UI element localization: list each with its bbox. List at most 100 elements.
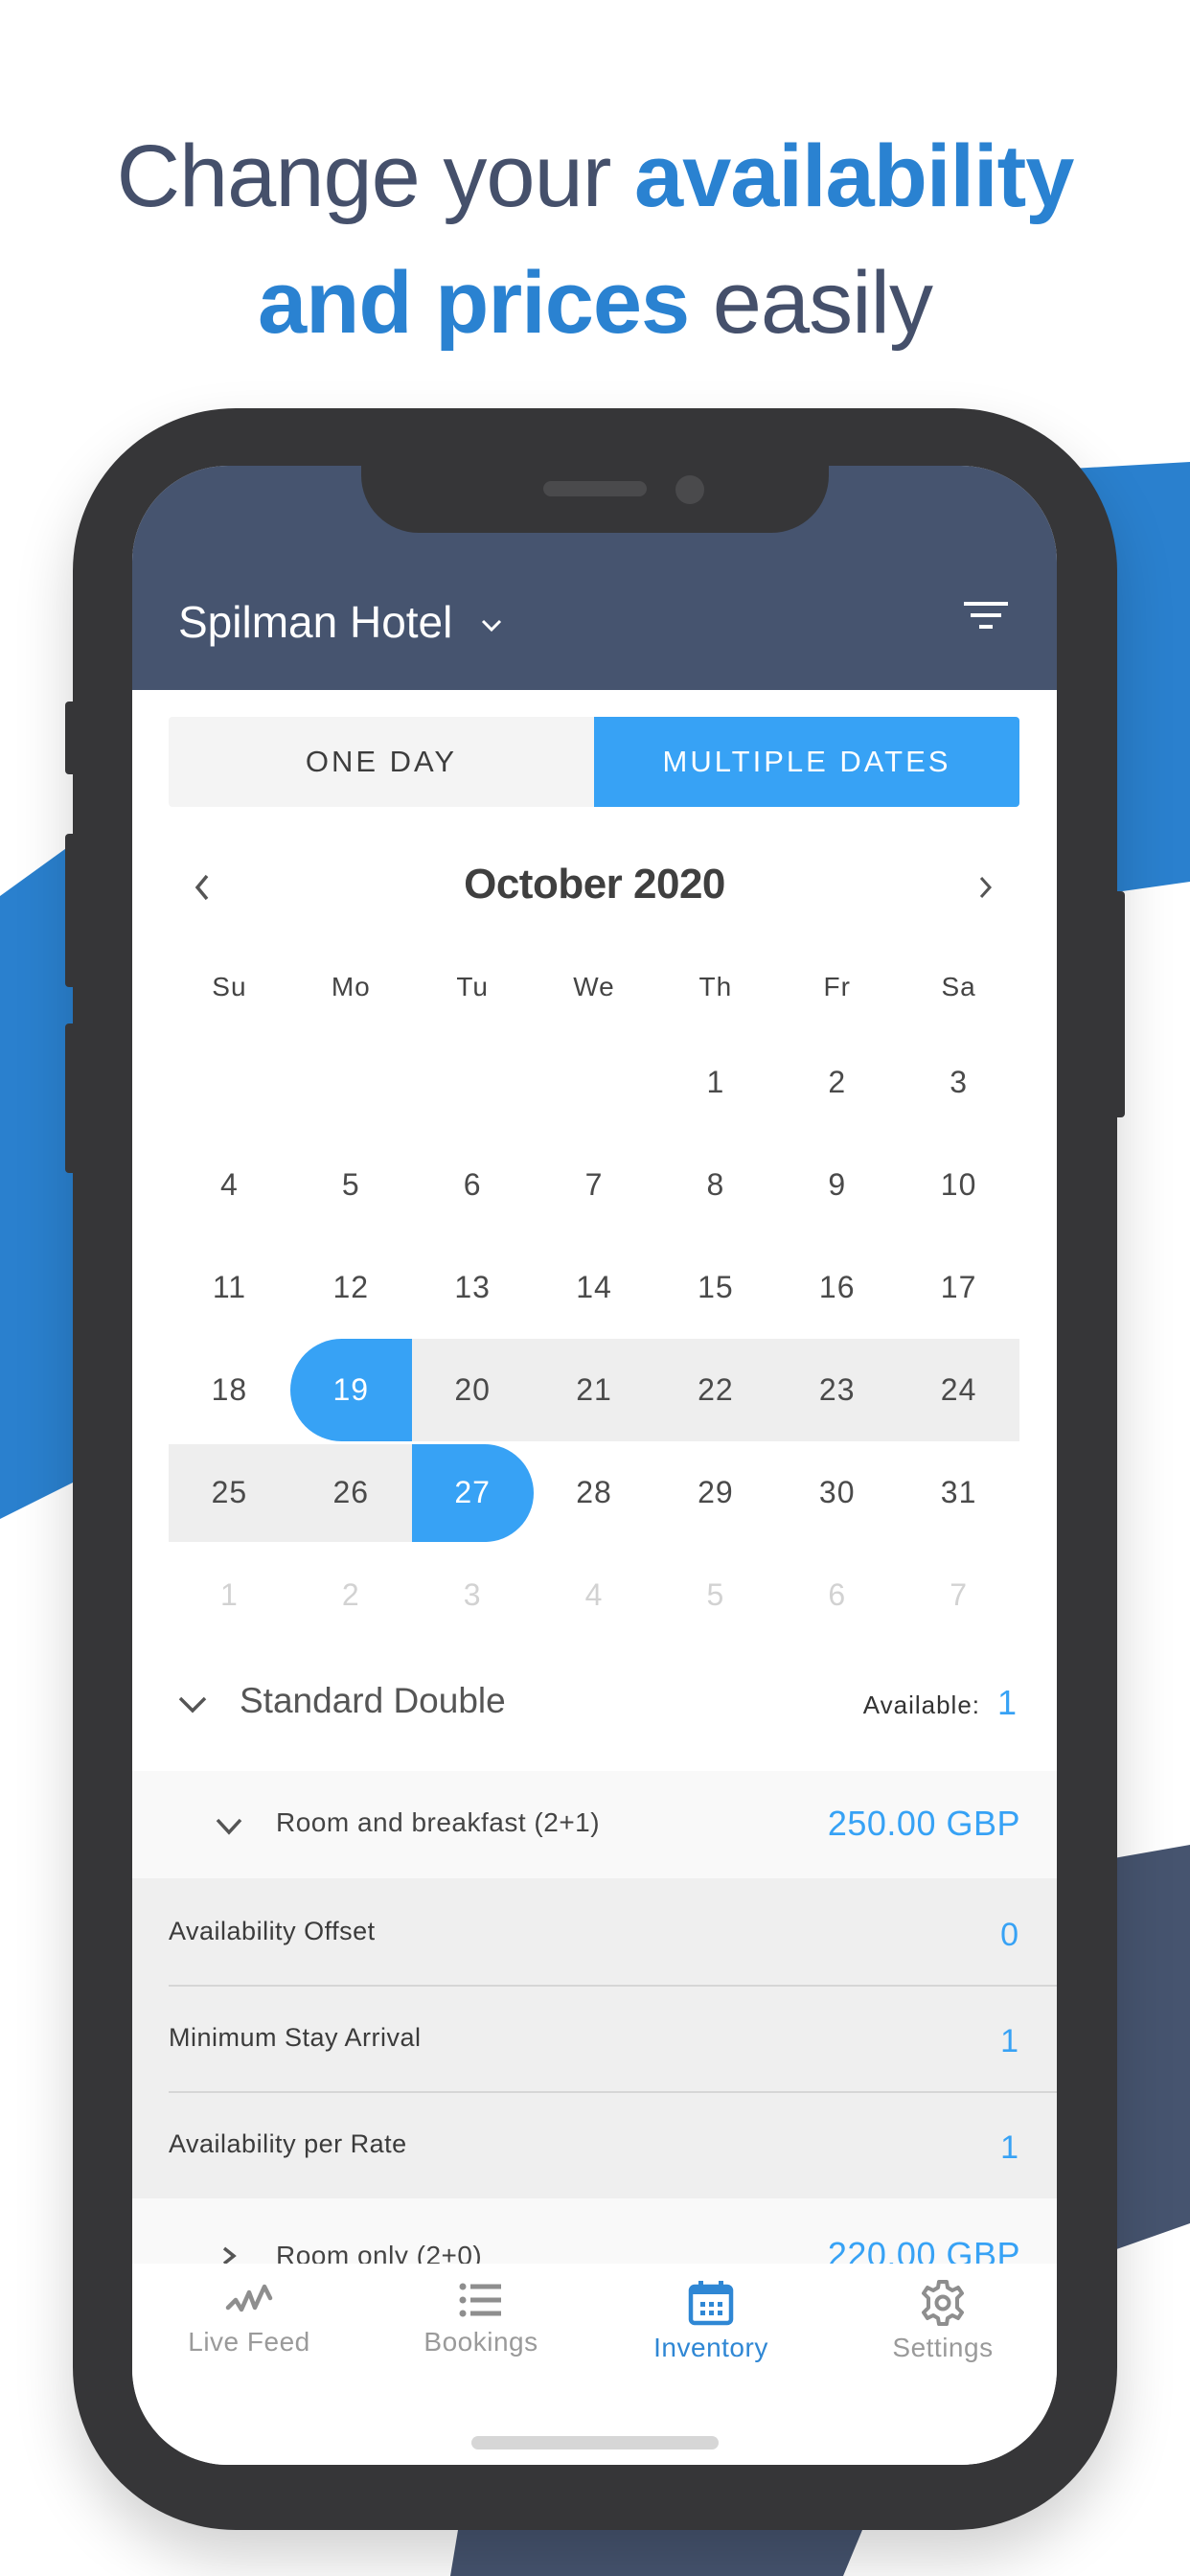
chevron-down-icon <box>216 1818 242 1835</box>
calendar-day-next-month[interactable]: 2 <box>290 1547 412 1644</box>
calendar-week-row: 1234567 <box>169 1544 1019 1646</box>
calendar-day[interactable]: 4 <box>169 1134 290 1236</box>
calendar-month-label: October 2020 <box>464 861 725 908</box>
chevron-right-icon <box>222 2246 237 2266</box>
nav-inventory[interactable]: Inventory <box>606 2279 816 2363</box>
rate-name: Room and breakfast (2+1) <box>276 1807 601 1837</box>
bottom-navigation: Live Feed Bookings Inventory Settings <box>132 2264 1057 2465</box>
detail-value[interactable]: 1 <box>1000 2023 1018 2060</box>
calendar-day-range-start[interactable]: 19 <box>289 1339 412 1441</box>
calendar-day[interactable]: 28 <box>534 1444 655 1542</box>
rate-row[interactable]: Room and breakfast (2+1) 250.00 GBP <box>132 1771 1057 1878</box>
phone-camera <box>675 475 704 504</box>
calendar-week-row: 18 19 20 21 22 23 24 <box>169 1339 1020 1441</box>
nav-live-feed[interactable]: Live Feed <box>144 2279 355 2358</box>
available-value[interactable]: 1 <box>997 1683 1017 1723</box>
nav-label: Inventory <box>653 2333 768 2362</box>
calendar-day-next-month[interactable]: 6 <box>776 1547 898 1644</box>
chevron-down-icon <box>178 1696 207 1714</box>
calendar-day[interactable]: 14 <box>534 1236 655 1339</box>
calendar-day-in-range[interactable]: 20 <box>411 1339 534 1441</box>
calendar-day-next-month[interactable]: 3 <box>412 1547 534 1644</box>
phone-side-button-left-2 <box>65 834 77 987</box>
calendar-day[interactable]: 7 <box>534 1134 655 1236</box>
calendar-day[interactable]: 29 <box>654 1444 776 1542</box>
calendar-day[interactable]: 2 <box>776 1031 898 1134</box>
calendar-day[interactable]: 12 <box>290 1236 412 1339</box>
calendar-day-in-range[interactable]: 21 <box>533 1339 655 1441</box>
calendar-day-in-range[interactable]: 25 <box>169 1443 290 1542</box>
phone-side-button-left-3 <box>65 1024 77 1173</box>
calendar-day[interactable]: 17 <box>898 1236 1019 1339</box>
room-type-header[interactable]: Standard Double Available: 1 <box>132 1654 1057 1754</box>
calendar-week-row: 25 26 27 28 29 30 31 <box>169 1441 1019 1544</box>
weekday: Su <box>212 972 247 1001</box>
weekday: We <box>573 972 615 1001</box>
calendar-day-next-month[interactable]: 5 <box>654 1547 776 1644</box>
detail-row-minimum-stay-arrival[interactable]: Minimum Stay Arrival 1 <box>132 1985 1057 2091</box>
hotel-selector[interactable]: Spilman Hotel <box>178 596 452 648</box>
available-label: Available: <box>862 1690 980 1719</box>
calendar-day[interactable]: 6 <box>412 1134 534 1236</box>
phone-side-button-left-1 <box>65 702 77 774</box>
calendar-day-next-month[interactable]: 1 <box>169 1547 290 1644</box>
app-screen: Spilman Hotel ONE DAY MULTIPLE DATES Oct… <box>132 466 1057 2465</box>
activity-icon <box>225 2284 273 2312</box>
detail-value[interactable]: 1 <box>1000 2129 1018 2167</box>
calendar-day-next-month[interactable]: 7 <box>898 1547 1019 1644</box>
calendar-week-row: 4 5 6 7 8 9 10 <box>169 1134 1019 1236</box>
nav-label: Live Feed <box>188 2327 310 2357</box>
calendar-day[interactable]: 1 <box>654 1031 776 1134</box>
headline-line-2: and prices easily <box>258 254 933 352</box>
calendar-day[interactable]: 3 <box>898 1031 1019 1134</box>
calendar-day[interactable]: 30 <box>776 1444 898 1542</box>
calendar-day[interactable]: 18 <box>169 1339 290 1441</box>
weekday: Fr <box>823 972 851 1001</box>
calendar-day[interactable]: 15 <box>654 1236 776 1339</box>
navy-band-bottom <box>450 2530 862 2576</box>
detail-value[interactable]: 0 <box>1000 1917 1018 1954</box>
toggle-one-day[interactable]: ONE DAY <box>169 717 594 807</box>
calendar-day-in-range[interactable]: 22 <box>654 1339 777 1441</box>
calendar-empty-cell <box>169 1031 290 1134</box>
rate-price[interactable]: 250.00 GBP <box>828 1804 1020 1844</box>
calendar-day[interactable]: 8 <box>654 1134 776 1236</box>
calendar-day[interactable]: 13 <box>412 1236 534 1339</box>
headline-highlight-2: and prices <box>258 254 690 352</box>
calendar-day-in-range[interactable]: 26 <box>289 1443 412 1542</box>
nav-label: Settings <box>892 2333 994 2362</box>
chevron-right-icon[interactable] <box>966 868 1004 907</box>
nav-settings[interactable]: Settings <box>837 2279 1048 2363</box>
calendar-day[interactable]: 9 <box>776 1134 898 1236</box>
filter-icon[interactable] <box>962 600 1010 634</box>
calendar-day[interactable]: 10 <box>898 1134 1019 1236</box>
calendar-day[interactable]: 11 <box>169 1236 290 1339</box>
calendar-day-in-range[interactable]: 24 <box>898 1339 1020 1441</box>
calendar-day[interactable]: 5 <box>290 1134 412 1236</box>
calendar-day[interactable]: 16 <box>776 1236 898 1339</box>
detail-row-availability-offset[interactable]: Availability Offset 0 <box>132 1878 1057 1985</box>
home-indicator[interactable] <box>471 2436 719 2450</box>
room-name: Standard Double <box>240 1681 506 1720</box>
phone-speaker <box>543 481 647 496</box>
weekday: Tu <box>456 972 489 1001</box>
nav-bookings[interactable]: Bookings <box>376 2279 586 2358</box>
calendar-day-next-month[interactable]: 4 <box>534 1547 655 1644</box>
weekday: Mo <box>331 972 371 1001</box>
chevron-down-icon[interactable] <box>481 619 502 632</box>
calendar-weekdays: Su Mo Tu We Th Fr Sa <box>169 972 1019 1002</box>
toggle-multiple-dates[interactable]: MULTIPLE DATES <box>594 717 1019 807</box>
hotel-name: Spilman Hotel <box>178 597 453 647</box>
phone-notch <box>361 466 829 533</box>
calendar-day-in-range[interactable]: 23 <box>776 1339 899 1441</box>
list-icon <box>459 2283 501 2317</box>
calendar-week-row: 123 <box>169 1031 1019 1134</box>
headline-line-1: Change your availability <box>116 127 1075 225</box>
detail-row-availability-per-rate[interactable]: Availability per Rate 1 <box>132 2091 1057 2197</box>
gear-icon <box>922 2280 964 2326</box>
detail-label: Availability per Rate <box>169 2129 407 2158</box>
calendar-day[interactable]: 31 <box>898 1444 1019 1542</box>
calendar-day-range-end[interactable]: 27 <box>411 1443 534 1542</box>
calendar-empty-cell <box>290 1031 412 1134</box>
nav-label: Bookings <box>423 2327 538 2357</box>
